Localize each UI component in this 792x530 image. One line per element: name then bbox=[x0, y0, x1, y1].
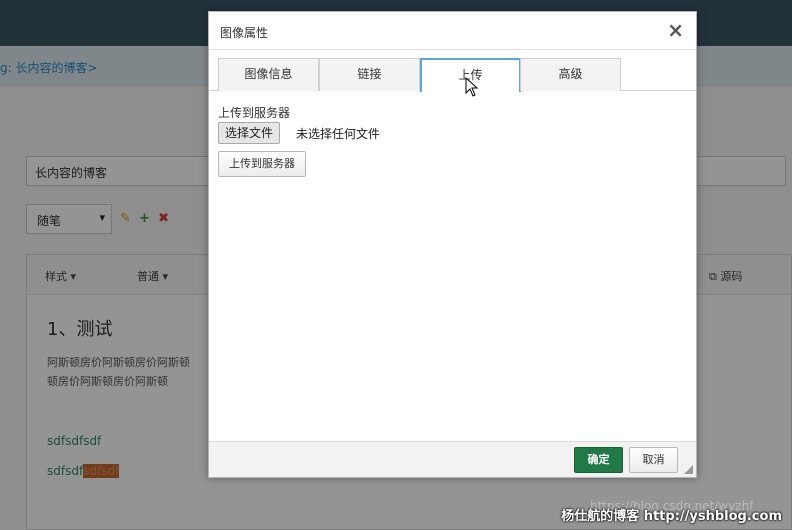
tab-image-info[interactable]: 图像信息 bbox=[218, 58, 319, 91]
dialog-tabs: 图像信息 链接 上传 高级 bbox=[209, 58, 696, 92]
dialog-footer: 确定 取消 bbox=[209, 441, 696, 477]
upload-to-server-button[interactable]: 上传到服务器 bbox=[218, 151, 306, 177]
dialog-title: 图像属性 bbox=[220, 26, 269, 40]
image-properties-dialog: 图像属性 × 图像信息 链接 上传 高级 上传到服务器 选择文件 未选择任何文件… bbox=[208, 11, 697, 478]
close-icon[interactable]: × bbox=[667, 18, 684, 42]
choose-file-button[interactable]: 选择文件 bbox=[218, 122, 281, 144]
tab-advanced[interactable]: 高级 bbox=[520, 58, 621, 91]
tab-link[interactable]: 链接 bbox=[319, 58, 420, 91]
ok-button[interactable]: 确定 bbox=[574, 447, 623, 473]
dialog-header: 图像属性 × bbox=[209, 12, 696, 50]
cancel-button[interactable]: 取消 bbox=[629, 447, 678, 473]
upload-to-server-label: 上传到服务器 bbox=[218, 106, 291, 120]
resize-handle-icon[interactable] bbox=[684, 465, 693, 474]
file-status-text: 未选择任何文件 bbox=[296, 127, 381, 141]
blog-watermark: 杨仕航的博客 http://yshblog.com bbox=[561, 509, 782, 524]
mouse-pointer-icon bbox=[465, 77, 479, 97]
